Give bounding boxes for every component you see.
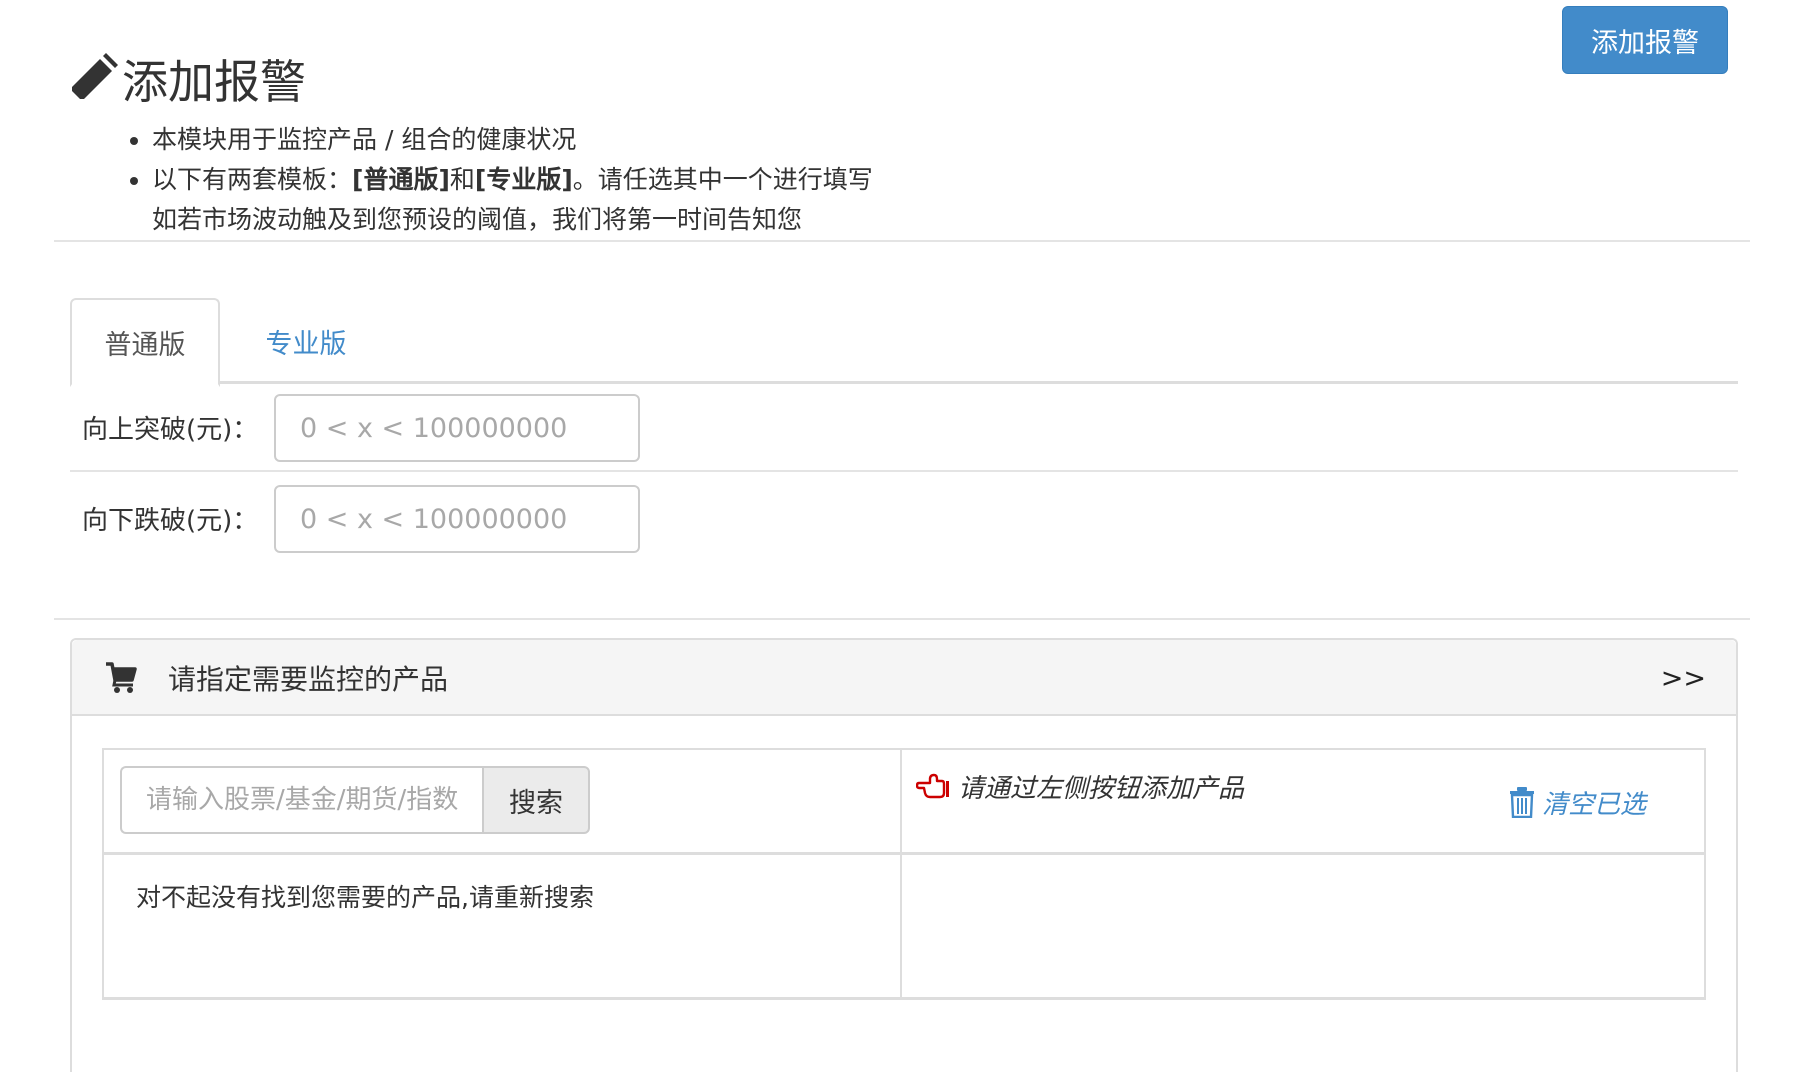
divider-top: [54, 240, 1750, 242]
lower-breakdown-label: 向下跌破(元)：: [82, 505, 259, 536]
clear-selected-label: 清空已选: [1542, 789, 1647, 820]
add-product-hint: 请通过左侧按钮添加产品: [916, 766, 1244, 806]
trash-icon: [1508, 786, 1536, 818]
product-panel-title: 请指定需要监控的产品: [168, 663, 449, 696]
search-button[interactable]: 搜索: [482, 766, 590, 834]
upper-breakout-input[interactable]: [274, 394, 640, 462]
tab-pro[interactable]: 专业版: [236, 298, 376, 384]
template-tabs: 普通版 专业版: [70, 298, 1738, 387]
intro-line-1: 本模块用于监控产品 / 组合的健康状况: [152, 120, 873, 160]
tab-basic[interactable]: 普通版: [70, 298, 220, 387]
page-title-text: 添加报警: [122, 55, 306, 109]
add-alert-page: 添加报警 添加报警 本模块用于监控产品 / 组合的健康状况 以下有两套模板：[普…: [0, 0, 1804, 1072]
intro-line-2: 以下有两套模板：[普通版]和[专业版]。请任选其中一个进行填写 如若市场波动触及…: [152, 160, 873, 240]
divider-middle: [54, 618, 1750, 620]
page-title: 添加报警: [66, 44, 306, 114]
grid-divider-vertical: [900, 750, 902, 997]
intro-list: 本模块用于监控产品 / 组合的健康状况 以下有两套模板：[普通版]和[专业版]。…: [118, 120, 873, 240]
upper-breakout-row: 向上突破(元)：: [70, 382, 1738, 472]
cart-icon: [104, 660, 138, 694]
add-alert-button[interactable]: 添加报警: [1562, 6, 1728, 74]
no-result-message: 对不起没有找到您需要的产品,请重新搜索: [136, 883, 594, 912]
product-search-group: 搜索: [120, 766, 594, 834]
product-panel-heading: 请指定需要监控的产品 >>: [72, 640, 1736, 716]
product-selection-grid: 搜索 请通过左侧按钮添加产品: [102, 748, 1706, 1000]
add-product-hint-text: 请通过左侧按钮添加产品: [958, 773, 1245, 804]
expand-toggle[interactable]: >>: [1661, 640, 1706, 716]
hand-left-icon: [916, 771, 950, 801]
lower-breakdown-input[interactable]: [274, 485, 640, 553]
upper-breakout-label: 向上突破(元)：: [82, 414, 259, 445]
intro-line-3: 如若市场波动触及到您预设的阈值，我们将第一时间告知您: [152, 205, 803, 234]
pencil-icon: [66, 53, 118, 105]
lower-breakdown-row: 向下跌破(元)：: [70, 473, 1738, 563]
product-search-input[interactable]: [120, 766, 484, 834]
product-panel: 请指定需要监控的产品 >> 搜索 请通过左侧按钮添加产品: [70, 638, 1738, 1072]
clear-selected-link[interactable]: 清空已选: [1508, 782, 1646, 822]
grid-divider-horizontal: [104, 852, 1704, 855]
